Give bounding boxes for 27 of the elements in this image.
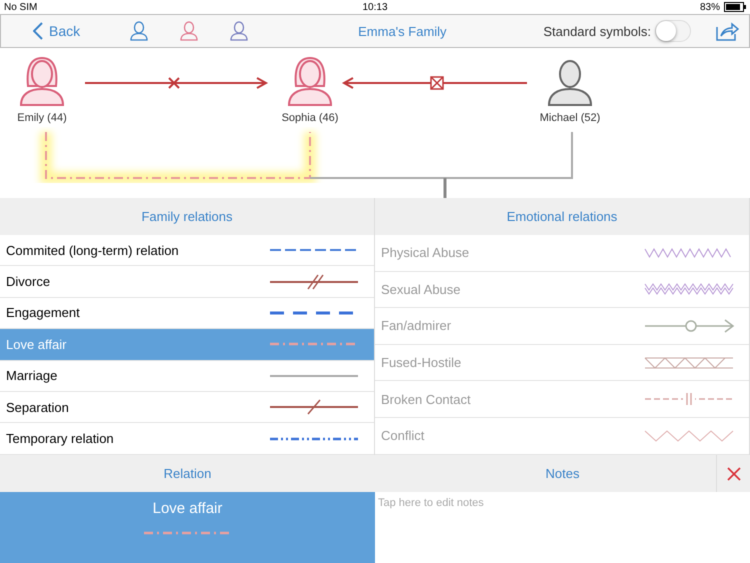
add-man-icon[interactable] xyxy=(130,21,148,41)
woman-icon xyxy=(286,56,334,106)
relation-option[interactable]: Marriage xyxy=(0,360,374,392)
panel-header: Family relations xyxy=(0,198,374,235)
relation-option[interactable]: Sexual Abuse xyxy=(375,272,749,308)
nav-title: Emma's Family xyxy=(358,24,447,38)
carrier-text: No SIM xyxy=(4,2,38,12)
share-icon[interactable] xyxy=(715,21,739,41)
battery-icon xyxy=(724,2,746,12)
panel-header: Relation xyxy=(0,455,375,492)
person-name: Sophia (46) xyxy=(282,112,338,124)
back-button[interactable]: Back xyxy=(33,22,80,40)
woman-icon xyxy=(18,56,66,106)
battery-percent: 83% xyxy=(700,2,720,12)
close-icon xyxy=(726,466,740,480)
selected-relation-name: Love affair xyxy=(152,500,222,517)
standard-symbols-toggle[interactable] xyxy=(655,20,691,42)
standard-symbols-label: Standard symbols: xyxy=(543,24,651,38)
panel-header: Notes xyxy=(375,455,750,492)
add-person-icon[interactable] xyxy=(230,21,248,41)
add-woman-icon[interactable] xyxy=(180,21,198,41)
person-name: Michael (52) xyxy=(540,112,600,124)
relation-option[interactable]: Love affair xyxy=(0,329,374,361)
clock-text: 10:13 xyxy=(362,2,388,12)
chevron-left-icon xyxy=(33,22,43,40)
panel-header: Emotional relations xyxy=(375,198,749,235)
person-name: Emily (44) xyxy=(17,112,67,124)
